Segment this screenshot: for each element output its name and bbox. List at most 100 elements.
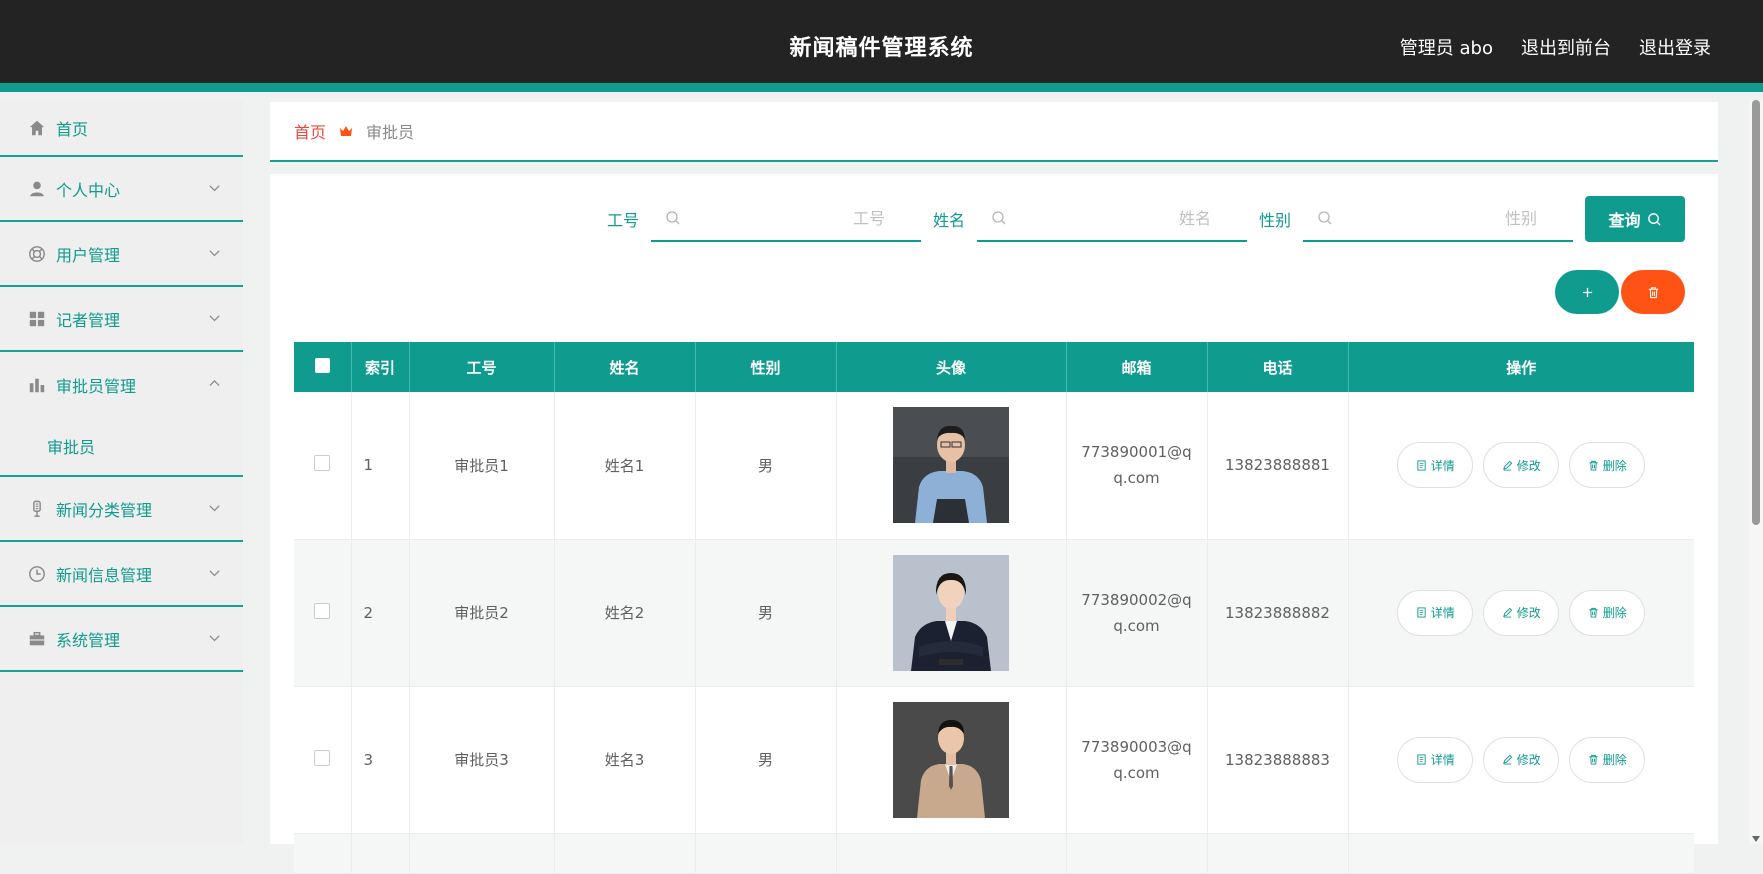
row-avatar-cell (836, 833, 1067, 874)
row-email: 773890002@q q.com (1066, 539, 1208, 687)
sidebar-item-news-category-management[interactable]: 新闻分类管理 (0, 477, 243, 542)
query-button[interactable]: 查询 (1585, 196, 1685, 242)
row-actions: 详情 修改 删除 (1348, 392, 1694, 540)
row-email-line2: q.com (1113, 763, 1160, 782)
plus-icon (1582, 287, 1592, 297)
row-email: 773890003@q q.com (1066, 686, 1208, 834)
delete-button[interactable]: 删除 (1569, 736, 1646, 783)
row-gender: 男 (695, 539, 837, 687)
document-icon (1417, 754, 1426, 765)
document-icon (1417, 460, 1426, 471)
edit-button-label: 修改 (1516, 606, 1541, 620)
row-checkbox[interactable] (314, 455, 331, 472)
delete-button[interactable]: 删除 (1569, 589, 1646, 636)
chevron-up-icon (209, 379, 220, 386)
detail-button-label: 详情 (1430, 606, 1455, 620)
logout-link[interactable]: 退出登录 (1639, 34, 1711, 60)
row-name: 姓名1 (554, 392, 696, 540)
col-name: 姓名 (554, 342, 696, 392)
job-no-input[interactable] (680, 208, 905, 228)
detail-button[interactable]: 详情 (1397, 736, 1474, 783)
row-job-no: 审批员3 (409, 686, 555, 834)
sidebar-item-system-management[interactable]: 系统管理 (0, 607, 243, 672)
admin-label: 管理员 abo (1399, 38, 1493, 59)
row-phone (1207, 833, 1349, 874)
row-checkbox[interactable] (314, 602, 331, 619)
search-label-gender: 性别 (1258, 211, 1291, 230)
select-all-checkbox[interactable] (314, 357, 330, 373)
delete-button-label: 删除 (1602, 753, 1627, 767)
document-icon (1417, 607, 1426, 618)
table-row (294, 833, 1694, 874)
sidebar-item-label: 记者管理 (56, 310, 121, 330)
row-phone: 13823888883 (1207, 686, 1349, 834)
table-row: 2 审批员2 姓名2 男 773890002@q q.com 138238888… (294, 539, 1694, 687)
row-checkbox[interactable] (314, 749, 331, 766)
delete-button-label: 删除 (1602, 606, 1627, 620)
sidebar-item-user-management[interactable]: 用户管理 (0, 222, 243, 287)
delete-button[interactable]: 删除 (1569, 442, 1646, 489)
page-scrollbar[interactable] (1749, 100, 1763, 844)
sidebar-item-reporter-management[interactable]: 记者管理 (0, 287, 243, 352)
sidebar-item-news-info-management[interactable]: 新闻信息管理 (0, 542, 243, 607)
search-group-job-no: 工号 (607, 196, 921, 242)
table-row: 3 审批员3 姓名3 男 773890003@q q.com 138238888… (294, 686, 1694, 834)
add-button[interactable] (1555, 270, 1619, 314)
breadcrumb-home-link[interactable]: 首页 (294, 119, 326, 143)
row-index (351, 833, 410, 874)
col-phone: 电话 (1207, 342, 1349, 392)
top-header: 新闻稿件管理系统 管理员 abo 退出到前台 退出登录 (0, 0, 1763, 92)
content-card: 工号 姓名 性别 查询 (270, 174, 1718, 874)
sidebar-item-approver-management[interactable]: 审批员管理 (0, 352, 243, 417)
search-icon (1318, 211, 1332, 225)
row-phone: 13823888881 (1207, 392, 1349, 540)
briefcase-icon (26, 628, 48, 650)
exit-to-front-link[interactable]: 退出到前台 (1521, 34, 1611, 60)
avatar (893, 554, 1009, 671)
row-job-no (409, 833, 555, 874)
search-field-name (976, 196, 1247, 242)
user-icon (26, 178, 48, 200)
avatar (893, 407, 1009, 524)
edit-button[interactable]: 修改 (1483, 589, 1560, 636)
chevron-down-icon (209, 634, 220, 641)
sidebar-item-label: 新闻信息管理 (56, 565, 153, 585)
delete-button-label: 删除 (1602, 458, 1627, 473)
sidebar-item-home[interactable]: 首页 (0, 100, 243, 157)
scroll-down-arrow-icon[interactable] (1752, 836, 1760, 842)
row-index: 1 (351, 392, 410, 540)
detail-button[interactable]: 详情 (1397, 442, 1474, 489)
row-gender: 男 (695, 392, 837, 540)
approver-table: 索引 工号 姓名 性别 头像 邮箱 电话 操作 1 审批员1 姓名1 男 773… (294, 342, 1694, 874)
row-select-cell (294, 833, 352, 874)
avatar (893, 701, 1009, 818)
chevron-down-icon (209, 504, 220, 511)
row-actions (1348, 833, 1694, 874)
name-input[interactable] (1006, 208, 1231, 228)
edit-button[interactable]: 修改 (1483, 442, 1560, 489)
edit-button[interactable]: 修改 (1483, 736, 1560, 783)
scrollbar-thumb[interactable] (1752, 100, 1760, 525)
trash-icon (1589, 460, 1598, 471)
row-email-line2: q.com (1113, 616, 1160, 635)
row-actions: 详情 修改 删除 (1348, 686, 1694, 834)
sidebar-subitem-approver[interactable]: 审批员 (0, 417, 243, 475)
search-bar: 工号 姓名 性别 查询 (595, 196, 1685, 242)
sidebar-item-label: 系统管理 (56, 630, 121, 650)
row-avatar-cell (836, 686, 1067, 834)
row-actions: 详情 修改 删除 (1348, 539, 1694, 687)
detail-button[interactable]: 详情 (1397, 589, 1474, 636)
trash-icon (1589, 607, 1598, 618)
row-email-line1: 773890002@q (1081, 590, 1192, 609)
col-index: 索引 (351, 342, 410, 392)
row-select-cell (294, 539, 352, 687)
breadcrumb-current: 审批员 (366, 123, 415, 142)
search-label-name: 姓名 (932, 211, 965, 230)
gender-input[interactable] (1333, 208, 1557, 228)
crown-separator-icon (340, 126, 353, 136)
pencil-icon (1502, 607, 1513, 618)
row-gender: 男 (695, 686, 837, 834)
trash-icon (1589, 754, 1598, 765)
sidebar-item-personal-center[interactable]: 个人中心 (0, 157, 243, 222)
batch-delete-button[interactable] (1621, 270, 1685, 314)
